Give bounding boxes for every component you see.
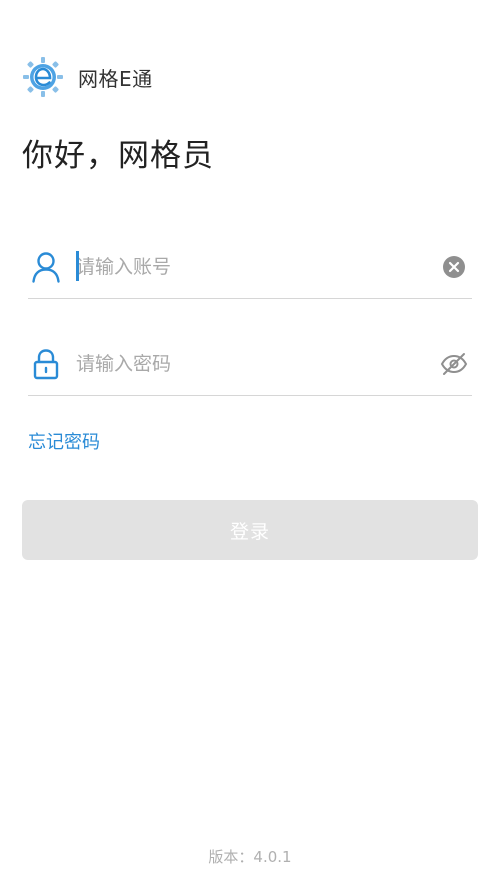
password-field xyxy=(28,332,472,396)
eye-off-icon[interactable] xyxy=(436,346,472,382)
login-screen: 网格E通 你好，网格员 请输入账号 忘记密码 登录 版本：4.0.1 xyxy=(0,0,500,888)
account-field xyxy=(28,235,472,299)
e-logo-icon xyxy=(23,57,63,97)
brand-header: 网格E通 xyxy=(22,56,153,98)
text-cursor xyxy=(76,251,79,281)
app-name: 网格E通 xyxy=(78,66,153,91)
password-input[interactable] xyxy=(76,343,436,384)
forgot-password-link[interactable]: 忘记密码 xyxy=(28,428,100,454)
account-input[interactable] xyxy=(76,246,436,287)
version-label: 版本：4.0.1 xyxy=(208,848,292,866)
login-button[interactable]: 登录 xyxy=(22,500,478,560)
clear-icon[interactable] xyxy=(436,249,472,285)
page-title: 你好，网格员 xyxy=(22,138,214,174)
user-icon xyxy=(28,249,64,285)
lock-icon xyxy=(28,346,64,382)
